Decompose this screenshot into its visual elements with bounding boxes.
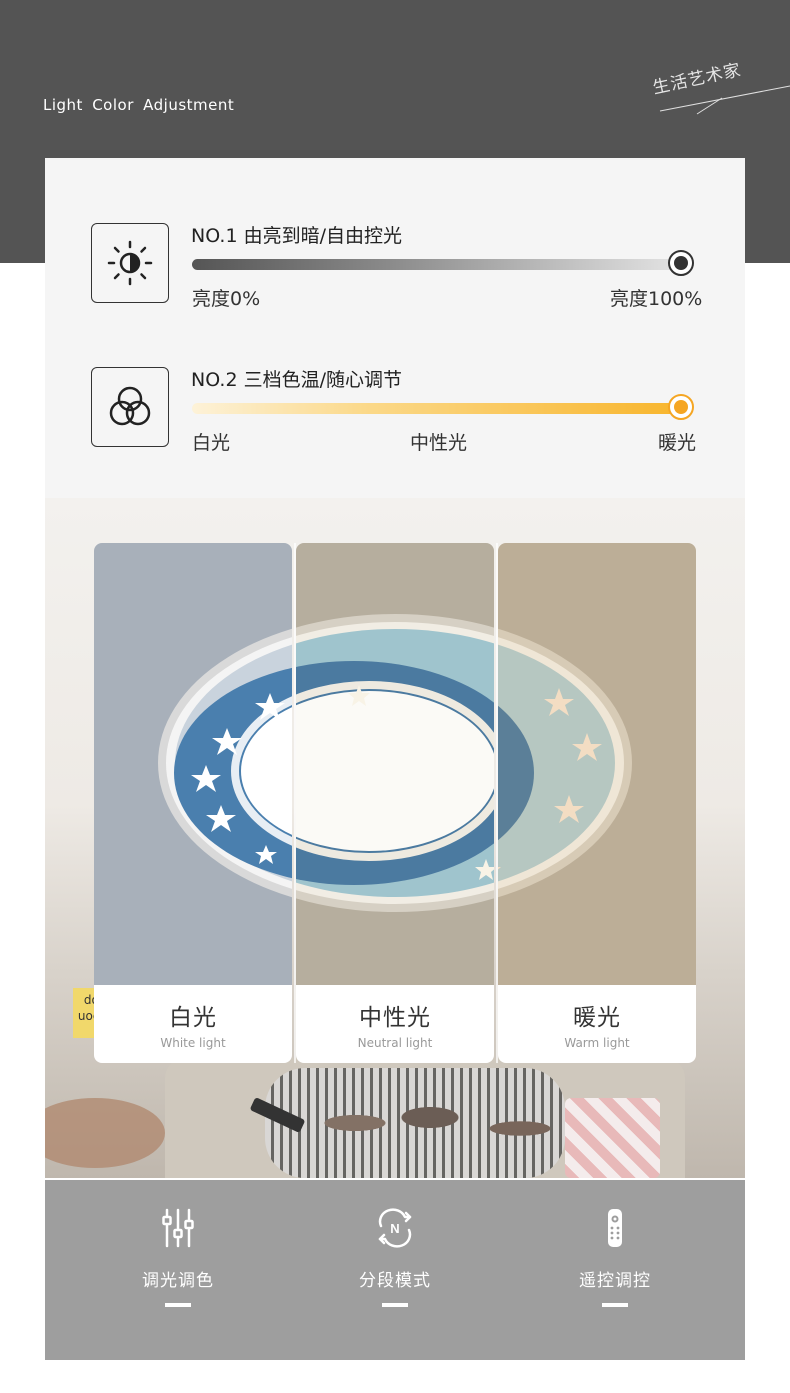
color-temperature-slider-track[interactable] xyxy=(192,403,682,414)
dimming-label: 调光调色 xyxy=(142,1271,214,1291)
lamp-image-warm xyxy=(498,543,696,985)
white-light-english: White light xyxy=(160,1036,226,1050)
color-temperature-circles-icon xyxy=(91,367,169,447)
white-light-name: 白光 xyxy=(169,1005,217,1031)
neutral-light-panel[interactable]: 中性光 Neutral light xyxy=(296,543,494,1063)
underline xyxy=(602,1303,628,1307)
warm-light-name: 暖光 xyxy=(573,1005,621,1031)
pink-cushion xyxy=(565,1098,660,1178)
side-table xyxy=(45,1098,165,1168)
sliders-icon xyxy=(162,1208,194,1248)
underline xyxy=(382,1303,408,1307)
lamp-image-white xyxy=(94,543,292,985)
panel-divider xyxy=(294,543,296,1063)
warm-light-caption: 暖光 Warm light xyxy=(498,985,696,1063)
brightness-slider-knob[interactable] xyxy=(668,250,694,276)
white-light-panel[interactable]: 白光 White light xyxy=(94,543,292,1063)
room-scene-image: dol uoqd 白光 White light 中性光 Neutral ligh… xyxy=(45,498,745,1178)
color-temperature-feature: NO.2 三档色温/随心调节 白光 中性光 暖光 xyxy=(91,367,711,454)
warm-light-panel[interactable]: 暖光 Warm light xyxy=(498,543,696,1063)
white-light-label: 白光 xyxy=(192,432,231,454)
neutral-light-name: 中性光 xyxy=(359,1005,431,1031)
segment-mode-label: 分段模式 xyxy=(359,1271,431,1291)
color-temperature-title: NO.2 三档色温/随心调节 xyxy=(191,369,402,391)
neutral-light-caption: 中性光 Neutral light xyxy=(296,985,494,1063)
dimming-function[interactable]: 调光调色 xyxy=(98,1208,258,1307)
panel-divider xyxy=(496,543,498,1063)
brand-logo: 生活艺术家 xyxy=(642,60,790,126)
color-temperature-slider-knob[interactable] xyxy=(668,394,694,420)
brightness-slider-track[interactable] xyxy=(192,259,682,270)
cycle-n-icon: N xyxy=(378,1208,412,1248)
remote-control-label: 遥控调控 xyxy=(579,1271,651,1291)
brightness-min-label: 亮度0% xyxy=(192,288,261,310)
svg-text:N: N xyxy=(390,1221,399,1236)
warm-light-english: Warm light xyxy=(564,1036,630,1050)
adjustment-card: NO.1 由亮到暗/自由控光 亮度0% 亮度100% NO.2 三档色温/随心调… xyxy=(45,158,745,1178)
segment-mode-function[interactable]: N 分段模式 xyxy=(315,1208,475,1307)
neutral-light-english: Neutral light xyxy=(357,1036,433,1050)
neutral-light-label: 中性光 xyxy=(410,432,468,454)
brightness-title: NO.1 由亮到暗/自由控光 xyxy=(191,225,402,247)
brightness-sun-icon xyxy=(91,223,169,303)
remote-control-function[interactable]: 遥控调控 xyxy=(535,1208,695,1307)
white-light-caption: 白光 White light xyxy=(94,985,292,1063)
brightness-feature: NO.1 由亮到暗/自由控光 亮度0% 亮度100% xyxy=(91,223,711,310)
lamp-image-neutral xyxy=(296,543,494,985)
brightness-max-label: 亮度100% xyxy=(610,288,703,310)
function-bar: 调光调色 N 分段模式 遥控调控 xyxy=(45,1180,745,1360)
page-title: Light Color Adjustment xyxy=(43,96,235,114)
remote-control-icon xyxy=(608,1209,622,1247)
underline xyxy=(165,1303,191,1307)
family-photo xyxy=(265,1068,565,1178)
warm-light-label: 暖光 xyxy=(658,432,697,454)
